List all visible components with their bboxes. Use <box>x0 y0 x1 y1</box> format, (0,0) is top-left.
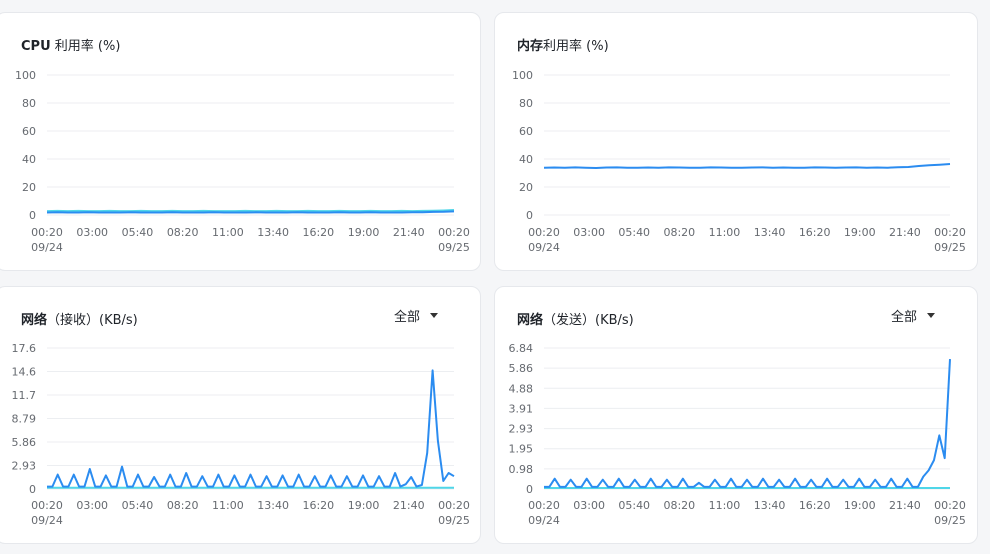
cpu-y-tick-label: 60 <box>22 125 36 138</box>
net-send-x-tick-label: 21:40 <box>889 499 921 512</box>
cpu-x-tick-label: 13:40 <box>257 226 289 239</box>
net-send-y-tick-label: 0 <box>526 483 533 496</box>
cpu-series-line-1 <box>46 210 455 214</box>
net-recv-y-tick-label: 17.6 <box>12 342 37 355</box>
cpu-x-date-end: 09/25 <box>438 241 470 254</box>
memory-x-tick-label: 19:00 <box>844 226 876 239</box>
net-send-y-tick-label: 4.88 <box>509 382 534 395</box>
net-recv-x-tick-label: 08:20 <box>167 499 199 512</box>
net-send-x-tick-label: 13:40 <box>754 499 786 512</box>
cpu-x-tick-label: 11:00 <box>212 226 244 239</box>
net-recv-x-tick-label: 16:20 <box>302 499 334 512</box>
net-recv-x-tick-label: 05:40 <box>122 499 154 512</box>
memory-x-tick-label: 00:20 <box>528 226 560 239</box>
net-send-x-tick-label: 00:20 <box>934 499 966 512</box>
net-send-y-tick-label: 2.93 <box>509 423 534 436</box>
cpu-x-tick-label: 08:20 <box>167 226 199 239</box>
net-send-x-tick-label: 08:20 <box>663 499 695 512</box>
net-send-y-tick-label: 1.95 <box>509 443 534 456</box>
net-recv-y-tick-label: 5.86 <box>12 436 37 449</box>
net-recv-x-tick-label: 00:20 <box>438 499 470 512</box>
memory-y-tick-label: 40 <box>519 153 533 166</box>
net-send-x-tick-label: 03:00 <box>573 499 605 512</box>
net-send-y-tick-label: 5.86 <box>509 362 534 375</box>
net-recv-y-tick-label: 0 <box>29 483 36 496</box>
cpu-x-date-start: 09/24 <box>31 241 63 254</box>
net-send-x-date-end: 09/25 <box>934 514 966 527</box>
memory-x-date-end: 09/25 <box>934 241 966 254</box>
cpu-x-tick-label: 19:00 <box>348 226 380 239</box>
cpu-x-tick-label: 05:40 <box>122 226 154 239</box>
memory-x-tick-label: 11:00 <box>709 226 741 239</box>
net-recv-x-date-start: 09/24 <box>31 514 63 527</box>
net-send-x-tick-label: 05:40 <box>618 499 650 512</box>
memory-x-tick-label: 03:00 <box>573 226 605 239</box>
cpu-y-tick-label: 100 <box>15 69 36 82</box>
memory-y-tick-label: 0 <box>526 209 533 222</box>
net-send-y-tick-label: 3.91 <box>509 402 534 415</box>
cpu-x-tick-label: 16:20 <box>302 226 334 239</box>
net-recv-x-tick-label: 19:00 <box>348 499 380 512</box>
memory-y-tick-label: 60 <box>519 125 533 138</box>
net-recv-y-tick-label: 14.6 <box>12 366 37 379</box>
cpu-y-tick-label: 20 <box>22 181 36 194</box>
memory-x-tick-label: 05:40 <box>618 226 650 239</box>
memory-x-tick-label: 00:20 <box>934 226 966 239</box>
cpu-y-tick-label: 40 <box>22 153 36 166</box>
net-send-x-tick-label: 00:20 <box>528 499 560 512</box>
net-recv-x-tick-label: 13:40 <box>257 499 289 512</box>
memory-y-tick-label: 20 <box>519 181 533 194</box>
net-send-x-tick-label: 11:00 <box>709 499 741 512</box>
memory-x-tick-label: 08:20 <box>663 226 695 239</box>
net-recv-series-line-1 <box>47 369 455 488</box>
net-recv-x-tick-label: 21:40 <box>393 499 425 512</box>
memory-x-tick-label: 21:40 <box>889 226 921 239</box>
cpu-series-line-0 <box>46 209 455 213</box>
net-recv-x-tick-label: 00:20 <box>31 499 63 512</box>
net-send-series-line-1 <box>544 359 951 488</box>
cpu-x-tick-label: 00:20 <box>438 226 470 239</box>
charts-canvas: 0 20 40 60 80 100 00:20 03:00 05:40 08:20 11:00 13:… <box>12 69 966 527</box>
memory-y-tick-label: 100 <box>512 69 533 82</box>
net-send-x-tick-label: 16:20 <box>799 499 831 512</box>
memory-x-tick-label: 13:40 <box>754 226 786 239</box>
memory-y-tick-label: 80 <box>519 97 533 110</box>
memory-x-tick-label: 16:20 <box>799 226 831 239</box>
cpu-x-tick-label: 03:00 <box>76 226 108 239</box>
memory-series-line-0 <box>543 163 951 169</box>
net-recv-x-tick-label: 03:00 <box>76 499 108 512</box>
net-recv-y-tick-label: 2.93 <box>12 460 37 473</box>
net-recv-x-tick-label: 11:00 <box>212 499 244 512</box>
net-recv-y-tick-label: 8.79 <box>12 413 37 426</box>
net-send-y-tick-label: 6.84 <box>509 342 534 355</box>
memory-x-date-start: 09/24 <box>528 241 560 254</box>
net-send-x-tick-label: 19:00 <box>844 499 876 512</box>
net-recv-x-date-end: 09/25 <box>438 514 470 527</box>
cpu-x-tick-label: 21:40 <box>393 226 425 239</box>
cpu-y-tick-label: 80 <box>22 97 36 110</box>
cpu-x-tick-label: 00:20 <box>31 226 63 239</box>
net-recv-y-tick-label: 11.7 <box>12 389 37 402</box>
net-send-x-date-start: 09/24 <box>528 514 560 527</box>
net-send-y-tick-label: 0.98 <box>509 463 534 476</box>
cpu-y-tick-label: 0 <box>29 209 36 222</box>
